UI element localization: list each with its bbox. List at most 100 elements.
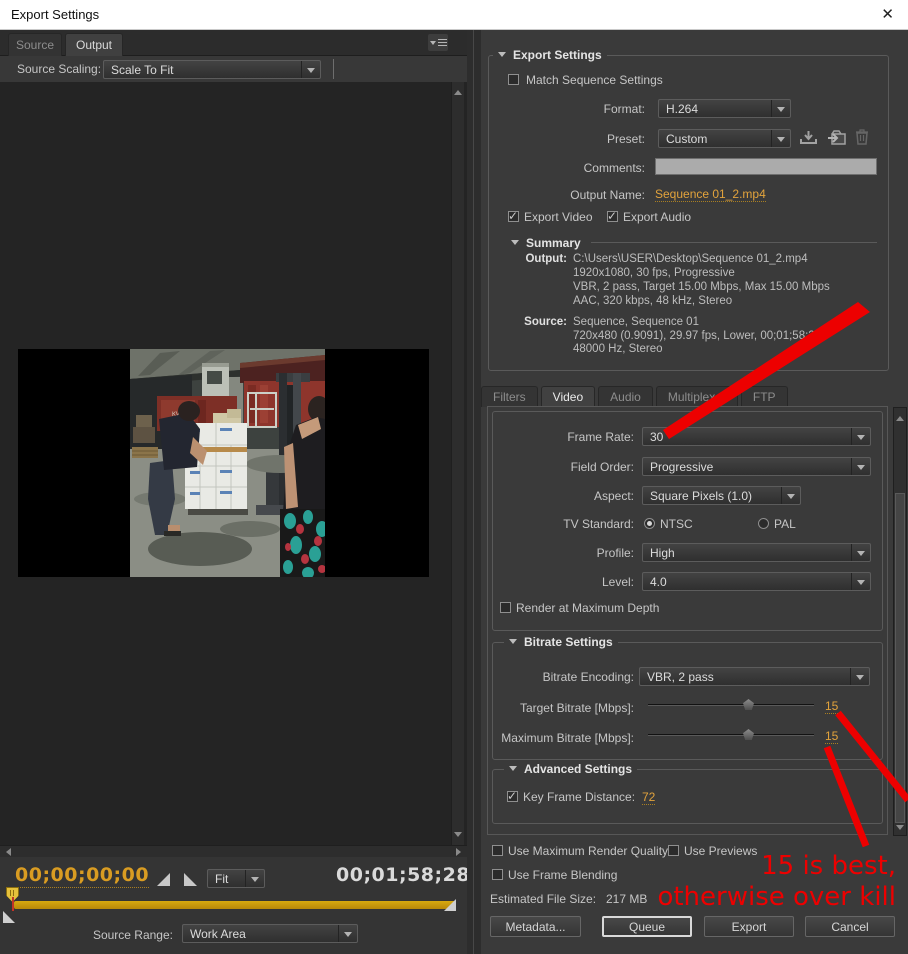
render-max-depth-checkbox[interactable]	[500, 602, 511, 613]
output-name-link[interactable]: Sequence 01_2.mp4	[655, 187, 766, 202]
maximum-bitrate-value[interactable]: 15	[825, 729, 839, 744]
field-order-label: Field Order:	[570, 460, 634, 474]
collapse-triangle-icon	[509, 639, 517, 644]
output-name-label: Output Name:	[570, 188, 645, 202]
use-max-render-quality-checkbox[interactable]	[492, 845, 503, 856]
summary-output-line: AAC, 320 kbps, 48 kHz, Stereo	[573, 295, 733, 307]
use-frame-blending-checkbox[interactable]	[492, 869, 503, 880]
preview-vertical-scrollbar[interactable]	[451, 82, 464, 845]
close-icon[interactable]: ✕	[881, 6, 894, 24]
key-frame-value[interactable]: 72	[642, 790, 656, 805]
preset-dropdown[interactable]: Custom	[658, 129, 791, 148]
tab-source[interactable]: Source	[8, 33, 62, 56]
summary-source-line: Sequence, Sequence 01	[573, 316, 699, 328]
use-max-render-quality-label: Use Maximum Render Quality	[508, 844, 669, 858]
queue-button[interactable]: Queue	[602, 916, 692, 937]
advanced-settings-header[interactable]: Advanced Settings	[504, 761, 638, 776]
advanced-settings-group: Key Frame Distance: 72	[492, 769, 883, 824]
cancel-button[interactable]: Cancel	[805, 916, 895, 937]
bitrate-settings-header[interactable]: Bitrate Settings	[504, 634, 618, 649]
slider-thumb[interactable]	[743, 729, 754, 740]
slider-thumb[interactable]	[743, 699, 754, 710]
work-area-start-handle[interactable]	[3, 911, 15, 923]
work-area-end-handle[interactable]	[444, 899, 456, 911]
chevron-down-icon	[850, 668, 869, 685]
target-bitrate-value[interactable]: 15	[825, 699, 839, 714]
panel-splitter[interactable]	[467, 30, 481, 954]
bitrate-settings-group: Bitrate Encoding: VBR, 2 pass Target Bit…	[492, 642, 883, 760]
video-settings-content: Frame Rate: 30 Field Order: Progressive …	[487, 406, 888, 835]
tab-video[interactable]: Video	[540, 386, 596, 407]
scroll-left-icon[interactable]	[2, 848, 11, 856]
aspect-dropdown[interactable]: Square Pixels (1.0)	[642, 486, 801, 505]
title-bar: Export Settings ✕	[0, 0, 908, 30]
field-order-dropdown[interactable]: Progressive	[642, 457, 871, 476]
chevron-down-icon	[781, 487, 800, 504]
source-range-label: Source Range:	[92, 928, 173, 942]
frame-rate-label: Frame Rate:	[567, 430, 634, 444]
source-range-dropdown[interactable]: Work Area	[182, 924, 358, 943]
tv-standard-label: TV Standard:	[563, 517, 634, 531]
scroll-right-icon[interactable]	[456, 848, 465, 856]
source-scaling-dropdown[interactable]: Scale To Fit	[103, 60, 321, 79]
ntsc-radio[interactable]	[644, 518, 655, 529]
level-value: 4.0	[650, 575, 667, 589]
summary-header[interactable]: Summary	[506, 235, 586, 250]
field-order-value: Progressive	[650, 460, 714, 474]
scroll-down-icon[interactable]	[454, 832, 462, 841]
format-dropdown[interactable]: H.264	[658, 99, 791, 118]
use-previews-checkbox[interactable]	[668, 845, 679, 856]
settings-vertical-scrollbar[interactable]	[893, 407, 907, 836]
set-in-point-icon[interactable]	[157, 873, 170, 886]
tab-audio[interactable]: Audio	[598, 386, 653, 407]
source-range-value: Work Area	[190, 927, 246, 941]
current-timecode[interactable]: 00;00;00;00	[15, 864, 150, 888]
scroll-up-icon[interactable]	[896, 412, 904, 421]
use-frame-blending-label: Use Frame Blending	[508, 868, 618, 882]
metadata-button[interactable]: Metadata...	[490, 916, 581, 937]
summary-output-line: 1920x1080, 30 fps, Progressive	[573, 267, 735, 279]
timeline-work-area-bar[interactable]	[14, 901, 456, 909]
export-button[interactable]: Export	[704, 916, 794, 937]
scroll-down-icon[interactable]	[896, 825, 904, 834]
playhead-line	[12, 897, 14, 911]
export-audio-checkbox[interactable]	[607, 209, 618, 223]
key-frame-label: Key Frame Distance:	[523, 790, 636, 804]
maximum-bitrate-slider[interactable]	[648, 728, 814, 741]
zoom-level-dropdown[interactable]: Fit	[207, 869, 265, 888]
export-settings-dialog: Export Settings ✕ Source Output Source S…	[0, 0, 908, 954]
set-out-point-icon[interactable]	[184, 873, 197, 886]
panel-menu-icon[interactable]	[428, 34, 448, 51]
match-sequence-checkbox[interactable]	[508, 74, 519, 85]
bitrate-encoding-dropdown[interactable]: VBR, 2 pass	[639, 667, 870, 686]
preview-canvas: AI KW	[0, 82, 467, 845]
tab-output[interactable]: Output	[65, 33, 123, 56]
preview-horizontal-scrollbar[interactable]	[0, 845, 467, 857]
tab-multiplexer[interactable]: Multiplexer	[655, 386, 738, 407]
scroll-up-icon[interactable]	[454, 86, 462, 95]
preset-label: Preset:	[606, 132, 645, 146]
maximum-bitrate-label: Maximum Bitrate [Mbps]:	[501, 731, 634, 745]
collapse-triangle-icon	[498, 52, 506, 57]
save-preset-icon[interactable]	[800, 130, 817, 145]
comments-input[interactable]	[655, 158, 877, 175]
frame-rate-dropdown[interactable]: 30	[642, 427, 871, 446]
menu-lines-icon	[437, 39, 447, 46]
splitter-grip[interactable]	[333, 59, 334, 79]
export-video-checkbox[interactable]	[508, 209, 519, 223]
key-frame-checkbox[interactable]	[507, 789, 518, 803]
export-settings-header[interactable]: Export Settings	[493, 47, 607, 62]
collapse-triangle-icon	[509, 766, 517, 771]
summary-output-line: C:\Users\USER\Desktop\Sequence 01_2.mp4	[573, 253, 808, 265]
tab-filters[interactable]: Filters	[481, 386, 538, 407]
tab-ftp[interactable]: FTP	[740, 386, 788, 407]
summary-source-line: 48000 Hz, Stereo	[573, 343, 663, 355]
target-bitrate-slider[interactable]	[648, 698, 814, 711]
import-preset-icon[interactable]	[827, 130, 846, 145]
profile-dropdown[interactable]: High	[642, 543, 871, 562]
bitrate-settings-header-label: Bitrate Settings	[524, 634, 613, 649]
scrollbar-thumb[interactable]	[895, 493, 905, 823]
level-dropdown[interactable]: 4.0	[642, 572, 871, 591]
bitrate-encoding-label: Bitrate Encoding:	[542, 670, 634, 684]
pal-radio[interactable]	[758, 518, 769, 529]
